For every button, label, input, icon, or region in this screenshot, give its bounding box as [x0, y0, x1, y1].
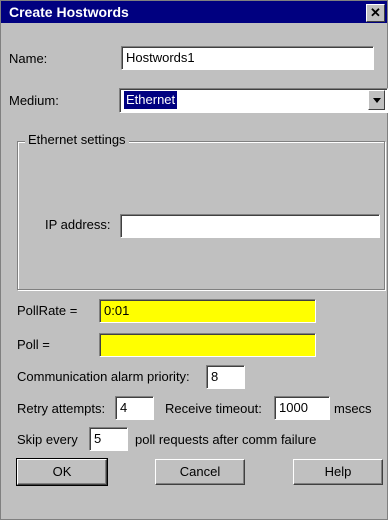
pollrate-label: PollRate =: [17, 303, 78, 318]
skip-every-input[interactable]: 5: [89, 427, 128, 451]
chevron-down-icon[interactable]: [368, 90, 385, 110]
close-icon: ✕: [370, 5, 381, 20]
comm-alarm-priority-label: Communication alarm priority:: [17, 369, 190, 384]
create-hostwords-dialog: Create Hostwords ✕ Name: Hostwords1 Medi…: [0, 0, 388, 520]
retry-attempts-input[interactable]: 4: [115, 396, 154, 420]
cancel-button[interactable]: Cancel: [155, 459, 245, 485]
medium-select[interactable]: Ethernet: [119, 88, 388, 113]
poll-label: Poll =: [17, 337, 50, 352]
skip-every-label: Skip every: [17, 432, 78, 447]
pollrate-input[interactable]: 0:01: [99, 299, 316, 323]
receive-timeout-input[interactable]: 1000: [274, 396, 330, 420]
retry-attempts-label: Retry attempts:: [17, 401, 106, 416]
ip-address-label: IP address:: [45, 217, 111, 232]
name-label: Name:: [9, 51, 48, 66]
name-input[interactable]: Hostwords1: [121, 46, 374, 70]
ok-button[interactable]: OK: [16, 458, 108, 486]
poll-input[interactable]: [99, 333, 316, 357]
title-bar: Create Hostwords ✕: [1, 1, 387, 23]
help-button[interactable]: Help: [293, 459, 383, 485]
medium-label: Medium:: [9, 93, 59, 108]
close-button[interactable]: ✕: [366, 4, 385, 22]
skip-every-suffix-label: poll requests after comm failure: [135, 432, 317, 447]
ethernet-settings-title: Ethernet settings: [25, 132, 129, 147]
receive-timeout-label: Receive timeout:: [165, 401, 262, 416]
medium-selected-value: Ethernet: [124, 91, 178, 109]
receive-timeout-unit: msecs: [334, 401, 372, 416]
comm-alarm-priority-input[interactable]: 8: [206, 365, 245, 389]
window-title: Create Hostwords: [9, 4, 129, 20]
ip-address-input[interactable]: [120, 214, 380, 238]
